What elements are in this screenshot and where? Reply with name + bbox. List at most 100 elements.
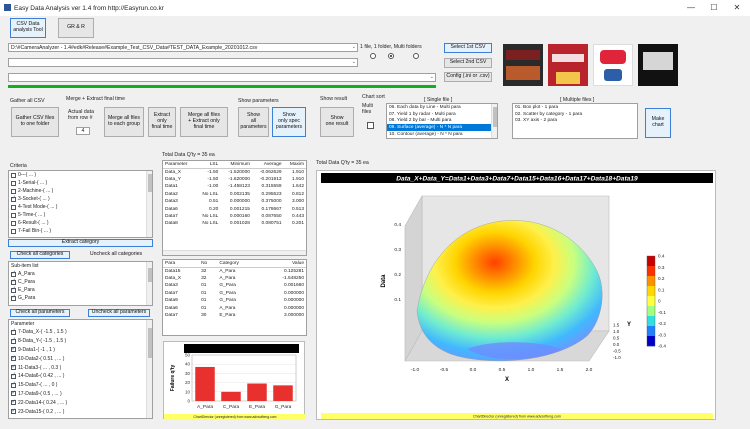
criteria-item[interactable]: 7-Fail Bin-( ... )	[9, 227, 152, 235]
table-row[interactable]: Data6 0.20 0.001215 0.178667 0.513	[163, 205, 306, 212]
checkbox[interactable]	[11, 286, 16, 293]
single-chart-item[interactable]: 08. Yield 2 by bar - Multi para	[387, 118, 497, 125]
csv-tool-button[interactable]: CSV Data analysis Tool	[10, 18, 46, 38]
checkbox[interactable]	[11, 337, 16, 344]
table-row[interactable]: Data15 32 A_Para 0.125281	[163, 267, 306, 274]
parameter-list[interactable]: Parameter 7-Data_X-( -1.5 , 1.5 ) 8-Data_…	[8, 319, 153, 419]
criteria-list[interactable]: 0---( ... ) 1-Serial-( ... ) 2-Machine-( .…	[8, 170, 153, 238]
column-header[interactable]: Value	[259, 260, 306, 268]
make-chart-button[interactable]: Make chart	[645, 108, 671, 138]
select-1st-csv-button[interactable]: Select 1st CSV	[444, 43, 492, 53]
column-header[interactable]: Category	[217, 260, 260, 268]
merge-extract-button[interactable]: Merge all files + Extract only final tim…	[180, 107, 228, 137]
checkbox[interactable]	[11, 328, 16, 335]
check-all-categories-button[interactable]: Check all categories	[10, 251, 70, 259]
single-chart-item[interactable]: 06. Each data by Line - Multi para	[387, 104, 497, 111]
table-row[interactable]: Data8 No LSL 0.001028 0.080751 0.201	[163, 220, 306, 227]
checkbox[interactable]	[11, 172, 16, 178]
check-all-params-button[interactable]: Check all parameters	[10, 309, 70, 317]
parameter-item[interactable]: 14-Data6-( 0.42 , ... )	[9, 372, 152, 381]
show-one-result-button[interactable]: Show one result	[320, 107, 354, 137]
row-number-input[interactable]: 4	[76, 127, 90, 135]
category-item[interactable]: E_Para	[9, 286, 152, 294]
column-header[interactable]: No	[199, 260, 218, 268]
select-2nd-csv-button[interactable]: Select 2nd CSV	[444, 58, 492, 68]
table-row[interactable]: Data3 01 G_Para 0.001660	[163, 282, 306, 289]
column-header[interactable]: Average	[251, 161, 284, 169]
book-image-2[interactable]	[548, 44, 588, 86]
checkbox[interactable]	[11, 294, 16, 301]
checkbox[interactable]	[11, 228, 16, 234]
extract-category-button[interactable]: Extract category	[8, 239, 153, 247]
table-row[interactable]: Data7 No LSL 0.000160 0.087650 0.443	[163, 213, 306, 220]
show-spec-params-button[interactable]: Show only spec parameters	[272, 107, 306, 137]
checkbox[interactable]	[11, 372, 16, 379]
merge-all-button[interactable]: Merge all files to each group	[104, 107, 144, 137]
radio-one-file[interactable]	[370, 53, 376, 59]
checkbox[interactable]	[11, 270, 16, 277]
checkbox[interactable]	[11, 390, 16, 397]
multi-files-checkbox[interactable]	[367, 122, 374, 129]
parameter-item[interactable]: 22-Data14-( 0.24 , ... )	[9, 398, 152, 407]
parameter-item[interactable]: 17-Data9-( 0.5 , ... )	[9, 390, 152, 399]
single-chart-item[interactable]: 10. Contour (average) - N * N para	[387, 131, 497, 138]
criteria-item[interactable]: 6-Result-( ... )	[9, 219, 152, 227]
single-chart-item[interactable]: 09. Surface (average) - N * N para	[387, 124, 497, 132]
category-item[interactable]: G_Para	[9, 294, 152, 302]
uncheck-all-categories-button[interactable]: Uncheck all categories	[84, 251, 148, 259]
checkbox[interactable]	[11, 381, 16, 388]
table-row[interactable]: Data_X -1.50 -1.520000 -0.062629 1.910	[163, 168, 306, 175]
checkbox[interactable]	[11, 278, 16, 285]
extract-final-button[interactable]: Extract only final time	[148, 107, 176, 137]
radio-one-folder[interactable]	[388, 53, 394, 59]
parameter-item[interactable]: 8-Data_Y-( -1.5 , 1.5 )	[9, 337, 152, 346]
maximize-button[interactable]: ☐	[707, 2, 721, 14]
second-file-dropdown[interactable]: ⌄	[8, 58, 358, 67]
checkbox[interactable]	[11, 204, 16, 210]
book-image-3[interactable]	[593, 44, 633, 86]
single-chart-item[interactable]: 07. Yield 1 by radar - Multi para	[387, 111, 497, 118]
table-row[interactable]: Data_Y -1.50 -1.620000 -0.201913 1.910	[163, 176, 306, 183]
checkbox[interactable]	[11, 220, 16, 226]
checkbox[interactable]	[11, 195, 16, 202]
close-button[interactable]: ✕	[730, 2, 744, 14]
criteria-item[interactable]: 5-Time-( ... )	[9, 211, 152, 219]
checkbox[interactable]	[11, 408, 16, 415]
file-path-dropdown[interactable]: D:\#CameraAnalyzer - 1.4#edk#Release#Exa…	[8, 43, 358, 52]
book-image-1[interactable]	[503, 44, 543, 86]
column-header[interactable]: Maxim	[283, 161, 306, 169]
checkbox[interactable]	[11, 188, 16, 194]
table-row[interactable]: Data9 01 G_Para 0.000000	[163, 297, 306, 304]
table-row[interactable]: Data1 -1.00 -1.458123 0.315559 1.642	[163, 183, 306, 190]
criteria-item[interactable]: 4-Test Mode-( ... )	[9, 203, 152, 211]
column-header[interactable]: Minimum	[220, 161, 252, 169]
checkbox[interactable]	[11, 180, 16, 186]
parameter-item[interactable]: 10-Data2-( 0.51 , ... )	[9, 354, 152, 363]
parameter-item[interactable]: 15-Data7-( ... , 0 )	[9, 381, 152, 390]
table-row[interactable]: Data_X 32 A_Para -1.548250	[163, 275, 306, 282]
multiple-chart-item[interactable]: 02. Scatter by category - 1 para	[513, 111, 637, 118]
criteria-item[interactable]: 2-Machine-( ... )	[9, 187, 152, 195]
column-header[interactable]: Para	[163, 260, 200, 268]
third-file-dropdown[interactable]: ⌄	[8, 73, 436, 82]
uncheck-all-params-button[interactable]: Uncheck all parameters	[88, 309, 150, 317]
book-image-4[interactable]	[638, 44, 678, 86]
grr-button[interactable]: GR & R	[58, 18, 94, 38]
window-scrollbar[interactable]	[740, 18, 746, 426]
checkbox[interactable]	[11, 346, 16, 353]
table-row[interactable]: Data7 30 E_Para 3.000000	[163, 312, 306, 319]
category-item[interactable]: C_Para	[9, 278, 152, 286]
multiple-chart-item[interactable]: 03. XY axis - 2 para	[513, 118, 637, 125]
column-header[interactable]: Parameter	[163, 161, 196, 169]
multiple-chart-item[interactable]: 01. Box plot - 1 para	[513, 104, 637, 111]
parameter-item[interactable]: 9-Data1-( -1 , 1 )	[9, 346, 152, 355]
parameter-item[interactable]: 23-Data15-( 0.2 , ... )	[9, 407, 152, 416]
column-header[interactable]: LSL	[195, 161, 221, 169]
table-row[interactable]: Data3 0.51 0.000000 0.375000 3.000	[163, 198, 306, 205]
table-row[interactable]: Data2 No LSL 0.002135 0.295523 0.812	[163, 191, 306, 198]
checkbox[interactable]	[11, 212, 16, 218]
criteria-item[interactable]: 1-Serial-( ... )	[9, 179, 152, 187]
parameter-item[interactable]: 11-Data3-( ... , 0.3 )	[9, 363, 152, 372]
minimize-button[interactable]: —	[684, 2, 698, 14]
table-row[interactable]: Data7 01 G_Para 0.000000	[163, 290, 306, 297]
